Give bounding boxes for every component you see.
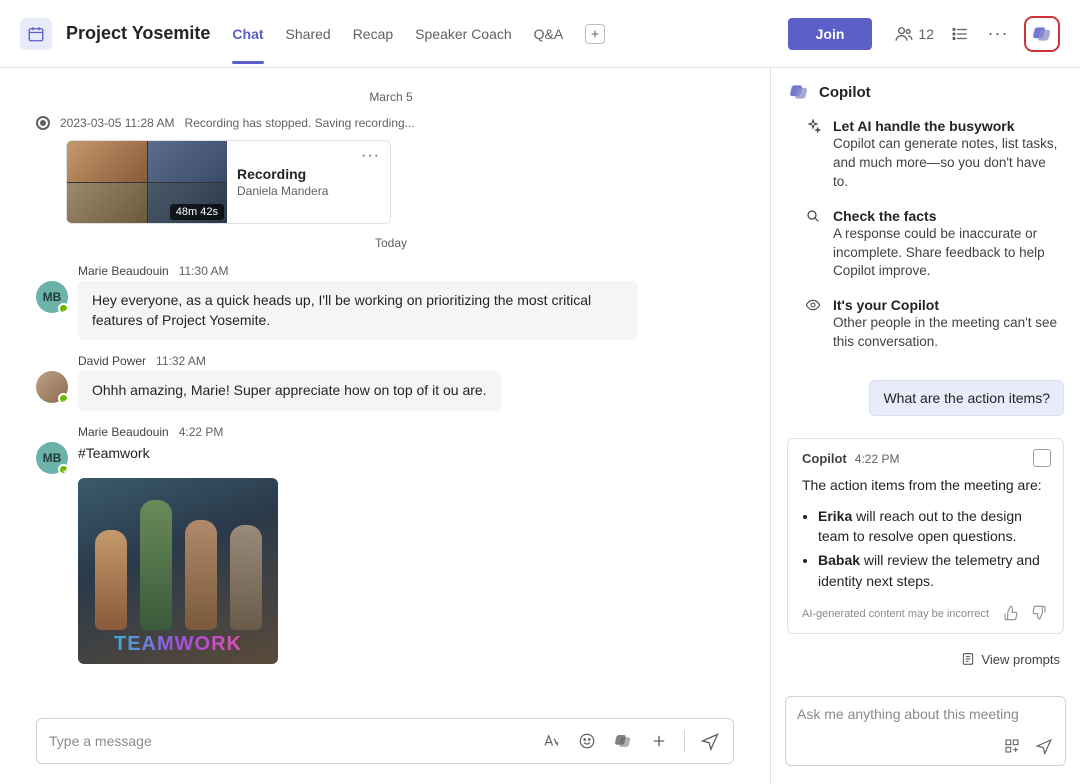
meeting-title: Project Yosemite <box>66 23 210 44</box>
thumbs-down-icon[interactable] <box>1031 605 1049 623</box>
tab-recap[interactable]: Recap <box>353 4 393 64</box>
header-bar: Project Yosemite Chat Shared Recap Speak… <box>0 0 1080 68</box>
system-timestamp: 2023-03-05 11:28 AM <box>60 116 175 130</box>
copilot-feature: Check the facts A response could be inac… <box>805 208 1064 282</box>
copilot-answer-time: 4:22 PM <box>855 452 900 466</box>
recording-card[interactable]: 48m 42s Recording Daniela Mandera ··· <box>66 140 391 224</box>
message-sender: David Power <box>78 354 146 368</box>
message-bubble: #Teamwork <box>78 442 150 470</box>
more-icon[interactable]: ··· <box>986 22 1010 46</box>
feature-desc: Other people in the meeting can't see th… <box>833 314 1064 352</box>
copilot-pane: Copilot Let AI handle the busywork Copil… <box>770 68 1080 784</box>
system-message: 2023-03-05 11:28 AM Recording has stoppe… <box>36 116 746 130</box>
tab-shared[interactable]: Shared <box>286 4 331 64</box>
copilot-compose-box[interactable] <box>785 696 1066 766</box>
copilot-toggle-button[interactable] <box>1024 16 1060 52</box>
search-icon <box>805 208 823 282</box>
copilot-feature: Let AI handle the busywork Copilot can g… <box>805 118 1064 192</box>
copilot-answer-card: Copilot 4:22 PM The action items from th… <box>787 438 1064 634</box>
view-prompts-button[interactable]: View prompts <box>961 652 1060 667</box>
eye-icon <box>805 297 823 352</box>
chat-scroll[interactable]: March 5 2023-03-05 11:28 AM Recording ha… <box>0 68 770 708</box>
list-item: Babak will review the telemetry and iden… <box>818 550 1049 591</box>
copilot-body[interactable]: Let AI handle the busywork Copilot can g… <box>771 112 1080 690</box>
chat-message: Marie Beaudouin 4:22 PM MB #Teamwork <box>36 425 746 664</box>
chat-pane: March 5 2023-03-05 11:28 AM Recording ha… <box>0 68 770 784</box>
message-sender: Marie Beaudouin <box>78 425 169 439</box>
avatar[interactable]: MB <box>36 442 68 474</box>
copilot-header: Copilot <box>771 68 1080 112</box>
date-separator: March 5 <box>36 90 746 104</box>
prompt-grid-icon[interactable] <box>1002 736 1022 756</box>
gif-caption: TEAMWORK <box>78 633 278 656</box>
ai-disclaimer: AI-generated content may be incorrect <box>802 608 989 620</box>
header-actions: 12 ··· <box>894 16 1060 52</box>
avatar[interactable]: MB <box>36 281 68 313</box>
date-separator: Today <box>36 236 746 250</box>
message-sender: Marie Beaudouin <box>78 264 169 278</box>
attach-plus-icon[interactable] <box>648 730 670 752</box>
recording-author: Daniela Mandera <box>237 184 380 198</box>
tabs: Chat Shared Recap Speaker Coach Q&A <box>232 4 605 64</box>
chat-message: David Power 11:32 AM Ohhh amazing, Marie… <box>36 354 746 411</box>
recording-more-icon[interactable]: ··· <box>361 147 380 165</box>
system-text: Recording has stopped. Saving recording.… <box>185 116 415 130</box>
feature-title: Let AI handle the busywork <box>833 118 1064 134</box>
copilot-title: Copilot <box>819 84 871 101</box>
feature-desc: A response could be inaccurate or incomp… <box>833 225 1064 282</box>
send-icon[interactable] <box>699 730 721 752</box>
recording-title: Recording <box>237 166 380 182</box>
send-icon[interactable] <box>1034 736 1054 756</box>
message-time: 4:22 PM <box>179 425 224 439</box>
copilot-icon <box>789 82 809 102</box>
message-bubble: Ohhh amazing, Marie! Super appreciate ho… <box>78 371 501 411</box>
copilot-compose-icon[interactable] <box>612 730 634 752</box>
copilot-input[interactable] <box>797 706 1054 722</box>
sparkle-icon <box>805 118 823 192</box>
gif-attachment[interactable]: TEAMWORK <box>78 478 278 664</box>
list-item: Erika will reach out to the design team … <box>818 506 1049 547</box>
message-time: 11:30 AM <box>179 264 229 278</box>
copilot-answer-intro: The action items from the meeting are: <box>802 476 1049 496</box>
prompts-icon <box>961 652 975 666</box>
tab-qa[interactable]: Q&A <box>534 4 564 64</box>
copilot-user-prompt: What are the action items? <box>869 380 1064 416</box>
message-bubble: Hey everyone, as a quick heads up, I'll … <box>78 281 638 340</box>
join-button[interactable]: Join <box>788 18 873 50</box>
recording-duration: 48m 42s <box>170 204 224 220</box>
participants-button[interactable]: 12 <box>894 24 934 44</box>
list-icon[interactable] <box>948 22 972 46</box>
record-stop-icon <box>36 116 50 130</box>
feature-title: It's your Copilot <box>833 297 1064 313</box>
add-tab-button[interactable] <box>585 24 605 44</box>
emoji-icon[interactable] <box>576 730 598 752</box>
format-icon[interactable] <box>540 730 562 752</box>
chat-message: Marie Beaudouin 11:30 AM MB Hey everyone… <box>36 264 746 340</box>
copilot-feature: It's your Copilot Other people in the me… <box>805 297 1064 352</box>
meeting-icon <box>20 18 52 50</box>
message-input[interactable] <box>49 733 526 749</box>
presence-available-icon <box>58 464 69 475</box>
message-time: 11:32 AM <box>156 354 206 368</box>
avatar[interactable] <box>36 371 68 403</box>
copy-icon[interactable] <box>1033 449 1051 467</box>
feature-desc: Copilot can generate notes, list tasks, … <box>833 135 1064 192</box>
tab-chat[interactable]: Chat <box>232 4 263 64</box>
presence-available-icon <box>58 303 69 314</box>
thumbs-up-icon[interactable] <box>1003 605 1021 623</box>
participant-count: 12 <box>918 26 934 42</box>
recording-thumbnail: 48m 42s <box>67 141 227 223</box>
copilot-icon <box>1032 24 1052 44</box>
feature-title: Check the facts <box>833 208 1064 224</box>
copilot-answer-name: Copilot <box>802 451 847 466</box>
compose-box[interactable] <box>36 718 734 764</box>
presence-available-icon <box>58 393 69 404</box>
tab-speaker-coach[interactable]: Speaker Coach <box>415 4 512 64</box>
copilot-answer-list: Erika will reach out to the design team … <box>818 506 1049 591</box>
